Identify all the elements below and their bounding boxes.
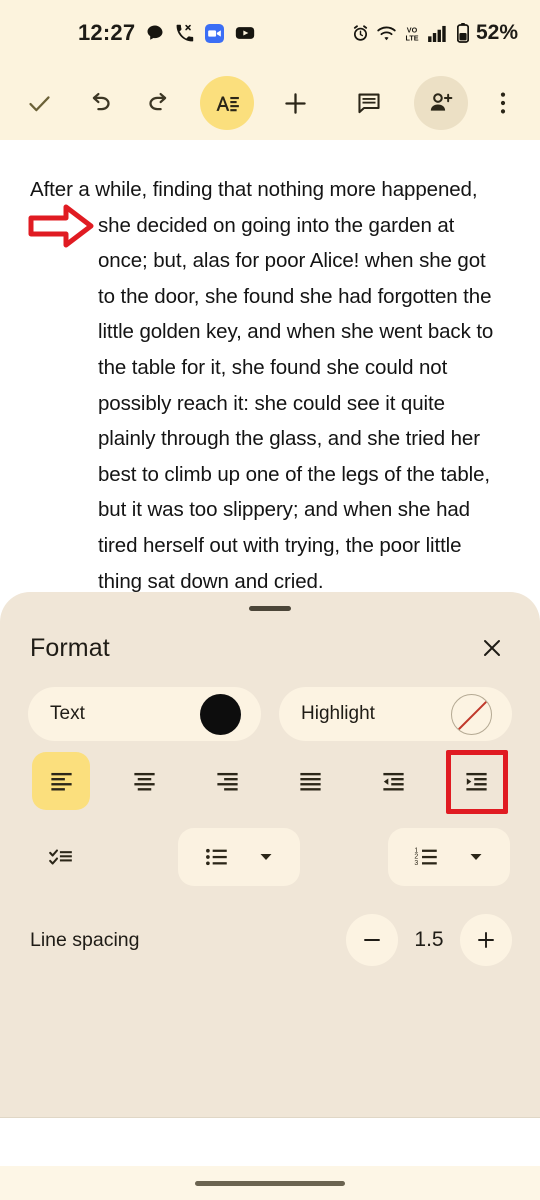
bottom-white-gap [0,1117,540,1166]
sheet-header: Format [0,620,540,676]
align-center-icon [131,768,158,795]
comment-button[interactable] [342,76,396,130]
bulleted-list-button[interactable] [178,828,300,886]
line-spacing-label: Line spacing [30,928,140,951]
align-left-icon [48,768,75,795]
alignment-row [0,752,540,814]
checklist-button[interactable] [32,828,90,886]
line-spacing-decrease-button[interactable] [346,914,398,966]
sheet-drag-handle[interactable] [249,606,291,611]
plus-icon [474,928,498,952]
line-spacing-row: Line spacing 1.5 [0,910,540,970]
doc-line: little golden key, and when she went bac… [98,320,494,344]
plus-icon [281,89,310,118]
decrease-indent-button[interactable] [364,752,422,810]
highlight-none-swatch[interactable] [451,693,492,735]
align-right-icon [214,768,241,795]
close-icon [480,636,504,660]
chevron-down-icon[interactable] [468,849,484,865]
bulleted-list-icon [204,844,230,870]
person-add-icon [428,90,454,116]
undo-button[interactable] [72,76,126,130]
redo-icon [146,90,173,117]
message-bubble-icon [146,24,164,42]
phone-screen: 12:27 VO LTE 52% After a while, finding … [0,0,540,1200]
increase-indent-button[interactable] [447,752,505,810]
close-button[interactable] [472,628,512,668]
svg-text:3: 3 [414,860,418,867]
comment-icon [356,90,382,116]
indent-decrease-icon [380,768,407,795]
youtube-icon [235,23,255,43]
align-center-button[interactable] [115,752,173,810]
annotation-arrow-icon [28,203,94,249]
vpn-lte-icon: VO LTE [404,25,420,42]
doc-line: plainly through the glass, and she tried… [98,427,480,451]
meet-icon [205,23,225,43]
numbered-list-icon: 1 2 3 [414,844,440,870]
highlight-color-label: Highlight [301,703,375,724]
text-color-label: Text [50,703,85,724]
doc-line: but it was too slippery; and when she ha… [98,498,470,522]
doc-line: tired herself out with trying, the poor … [98,533,462,557]
doc-line: she decided on going into the garden at [98,213,455,237]
status-bar-right: VO LTE 52% [352,21,518,45]
wifi-icon [377,25,396,42]
status-bar: 12:27 VO LTE 52% [0,0,540,66]
alarm-icon [352,24,369,42]
chevron-down-icon[interactable] [258,849,274,865]
doc-line: possibly reach it: she could see it quit… [98,391,445,415]
numbered-list-button[interactable]: 1 2 3 [388,828,510,886]
status-time: 12:27 [78,20,136,45]
sheet-title: Format [30,633,110,662]
text-color-chip[interactable]: Text [28,687,261,741]
more-vert-icon [492,90,514,116]
redo-button[interactable] [132,76,186,130]
color-chip-row: Text Highlight [28,687,512,741]
doc-line: best to climb up one of the legs of the … [98,462,490,486]
insert-button[interactable] [268,76,322,130]
line-spacing-value: 1.5 [414,928,444,951]
align-justify-icon [297,768,324,795]
check-icon [26,90,53,117]
more-options-button[interactable] [476,76,530,130]
undo-icon [86,90,113,117]
doc-line: After a while, finding that nothing more… [30,178,478,201]
battery-percent: 52% [475,21,518,44]
format-text-icon [214,90,241,117]
app-toolbar [0,66,540,140]
doc-line: to the door, she found she had forgotten… [98,284,492,308]
align-justify-button[interactable] [281,752,339,810]
indent-increase-icon [463,768,490,795]
doc-line: once; but, alas for poor Alice! when she… [98,249,486,273]
share-button[interactable] [414,76,468,130]
svg-text:LTE: LTE [405,33,418,42]
done-check-button[interactable] [12,76,66,130]
minus-icon [360,928,384,952]
text-color-swatch[interactable] [200,693,241,735]
align-right-button[interactable] [198,752,256,810]
system-navigation-bar [0,1166,540,1200]
line-spacing-increase-button[interactable] [460,914,512,966]
doc-line: the table for it, she found she could no… [98,355,448,379]
status-bar-left: 12:27 [78,20,255,46]
signal-bars-icon [428,25,449,42]
battery-icon [456,23,469,43]
format-text-button[interactable] [200,76,254,130]
line-spacing-stepper: 1.5 [346,914,512,966]
list-row: 1 2 3 [0,828,540,890]
home-gesture-pill[interactable] [195,1180,345,1186]
highlight-color-chip[interactable]: Highlight [279,687,512,741]
align-left-button[interactable] [32,752,90,810]
checklist-icon [48,844,74,870]
missed-call-icon [175,24,194,43]
